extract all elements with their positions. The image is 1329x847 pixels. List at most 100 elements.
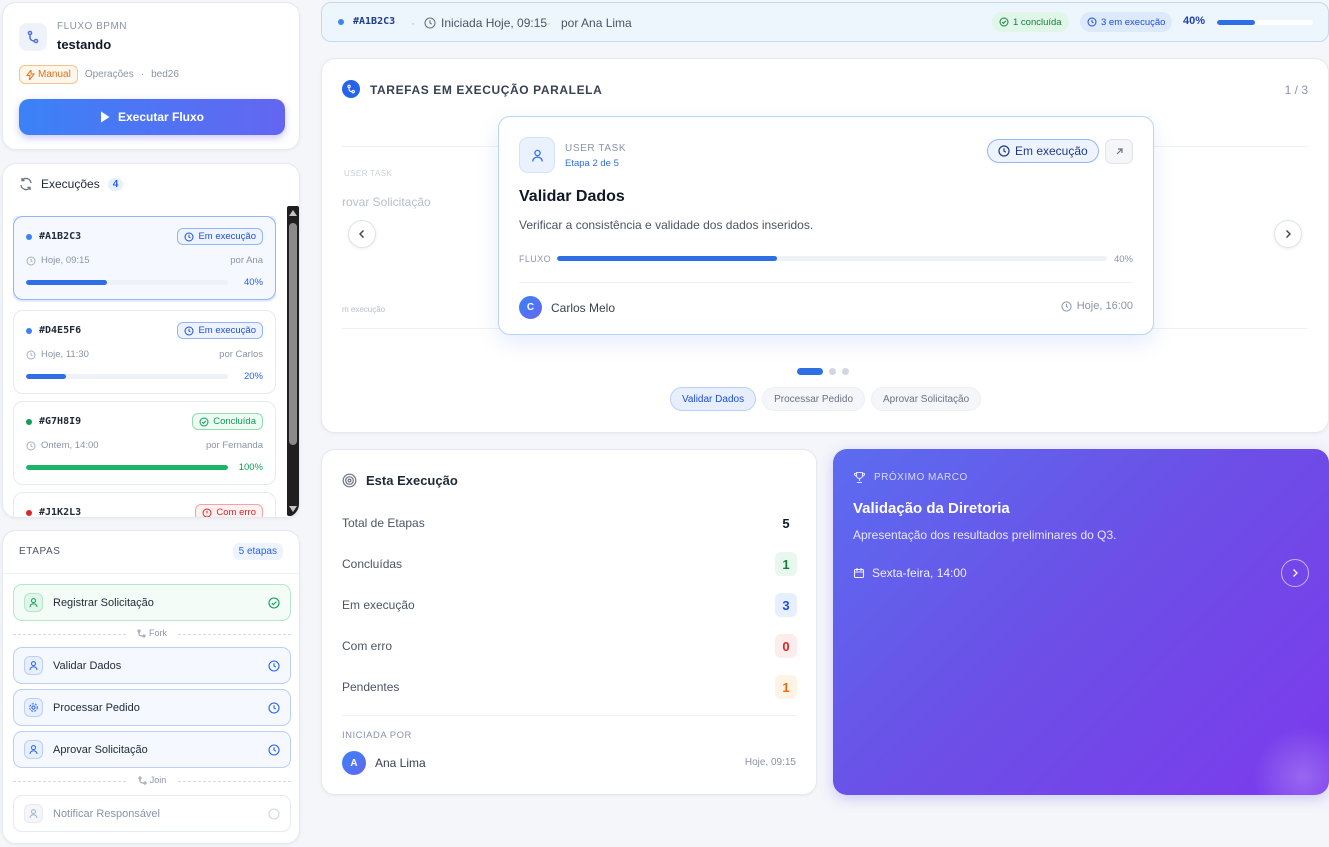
flow-name: testando: [57, 37, 112, 52]
clock-icon: [184, 232, 194, 242]
flow-code: bed26: [151, 69, 179, 80]
stat-label: Com erro: [342, 639, 393, 653]
scroll-up-arrow[interactable]: [289, 210, 297, 216]
clock-icon: [268, 659, 280, 672]
user-icon: [24, 593, 43, 612]
clock-icon: [424, 17, 436, 29]
task-kicker: USER TASK: [565, 143, 627, 154]
carousel-prev-button[interactable]: [348, 220, 376, 248]
execution-id: #D4E5F6: [39, 325, 82, 336]
status-dot: [26, 233, 32, 240]
stat-label: Total de Etapas: [342, 516, 425, 530]
running-badge: 3 em execução: [1080, 12, 1173, 32]
execution-item[interactable]: #A1B2C3 Em execução Hoje, 09:15 por Ana …: [13, 216, 276, 300]
execution-time: Ontem, 14:00: [41, 440, 99, 451]
external-link-icon: [1114, 146, 1125, 157]
stat-label: Em execução: [342, 598, 415, 612]
executions-header: Execuções 4: [19, 177, 124, 191]
step-item[interactable]: Notificar Responsável: [13, 795, 291, 832]
execution-author: por Fernanda: [205, 440, 263, 451]
flow-branch-icon: [19, 23, 47, 51]
stat-row-running: Em execução 3: [342, 593, 797, 617]
chevron-right-icon: [1290, 568, 1300, 578]
ghost-kicker: USER TASK: [344, 169, 393, 178]
status-dot: [26, 418, 32, 425]
carousel-dot[interactable]: [842, 368, 849, 375]
execution-time: Hoje, 09:15: [41, 255, 90, 266]
step-item[interactable]: Registrar Solicitação: [13, 584, 291, 621]
run-flow-button[interactable]: Executar Fluxo: [19, 99, 285, 135]
separator: ·: [547, 16, 551, 30]
execution-status-bar: #A1B2C3 · Iniciada Hoje, 09:15 · por Ana…: [321, 2, 1329, 42]
steps-title: ETAPAS: [19, 546, 61, 557]
stat-value: 1: [775, 552, 797, 576]
progress-bar: [26, 374, 228, 379]
user-icon: [24, 740, 43, 759]
step-item[interactable]: Processar Pedido: [13, 689, 291, 726]
started-by: por Ana Lima: [561, 16, 632, 30]
task-chip[interactable]: Processar Pedido: [762, 387, 866, 411]
execution-time: Hoje, 11:30: [41, 349, 89, 360]
milestone-open-button[interactable]: [1281, 559, 1309, 587]
progress-percent: 20%: [243, 371, 263, 382]
user-icon: [24, 656, 43, 675]
clock-icon: [26, 256, 36, 266]
started-at: Iniciada Hoje, 09:15: [441, 16, 548, 30]
stat-label: Pendentes: [342, 680, 400, 694]
carousel-dot[interactable]: [829, 368, 836, 375]
task-chip[interactable]: Validar Dados: [670, 387, 757, 411]
step-label: Aprovar Solicitação: [53, 743, 148, 756]
status-dot: [26, 327, 32, 334]
execution-item[interactable]: #J1K2L3 Com erro: [13, 492, 276, 517]
stat-row-error: Com erro 0: [342, 634, 797, 658]
milestone-date: Sexta-feira, 14:00: [872, 566, 967, 580]
step-item[interactable]: Aprovar Solicitação: [13, 731, 291, 768]
scroll-thumb[interactable]: [289, 223, 297, 445]
executions-list: #A1B2C3 Em execução Hoje, 09:15 por Ana …: [13, 216, 276, 517]
calendar-icon: [853, 567, 865, 579]
carousel-dot[interactable]: [797, 368, 823, 375]
refresh-icon[interactable]: [19, 177, 33, 191]
status-dot: [26, 509, 32, 516]
status-badge: Concluída: [192, 413, 263, 430]
user-task-icon: [519, 137, 555, 173]
task-stage: Etapa 2 de 5: [565, 158, 619, 169]
ghost-status: m execução: [342, 305, 386, 314]
assignee-avatar: C: [519, 296, 542, 319]
join-label: Join: [127, 775, 177, 785]
chevron-left-icon: [357, 229, 367, 239]
fork-label: Fork: [127, 628, 177, 638]
clock-icon: [184, 326, 194, 336]
carousel-dots: [797, 368, 849, 375]
progress-percent: 40%: [243, 277, 263, 288]
flow-category: Operações: [84, 69, 134, 80]
open-task-button[interactable]: [1105, 139, 1133, 164]
progress-percent: 100%: [238, 462, 263, 473]
task-chips: Validar Dados Processar Pedido Aprovar S…: [670, 387, 982, 411]
step-item[interactable]: Validar Dados: [13, 647, 291, 684]
task-due: Hoje, 16:00: [1076, 300, 1133, 312]
scroll-down-arrow[interactable]: [289, 506, 297, 512]
parallel-tasks-title: TAREFAS EM EXECUÇÃO PARALELA: [370, 83, 603, 97]
stat-value: 1: [775, 675, 797, 699]
clock-icon: [26, 441, 36, 451]
check-circle-icon: [999, 17, 1009, 27]
clock-icon: [268, 701, 280, 714]
execution-item[interactable]: #G7H8I9 Concluída Ontem, 14:00 por Ferna…: [13, 401, 276, 485]
carousel-next-button[interactable]: [1274, 220, 1302, 248]
fork-icon: [137, 628, 146, 638]
status-badge: Em execução: [177, 322, 263, 339]
executions-scrollbar[interactable]: [287, 206, 299, 516]
progress-bar: [26, 280, 228, 285]
pending-circle-icon: [268, 807, 280, 820]
check-circle-icon: [268, 596, 280, 609]
next-milestone-card[interactable]: PRÓXIMO MARCO Validação da Diretoria Apr…: [833, 449, 1329, 795]
task-chip[interactable]: Aprovar Solicitação: [871, 387, 982, 411]
execution-item[interactable]: #D4E5F6 Em execução Hoje, 11:30 por Carl…: [13, 310, 276, 394]
chevron-right-icon: [1283, 229, 1293, 239]
current-task-card[interactable]: USER TASK Etapa 2 de 5 Em execução Valid…: [498, 116, 1154, 335]
carousel-pager: 1 / 3: [1284, 83, 1308, 97]
stat-row-done: Concluídas 1: [342, 552, 797, 576]
clock-icon: [998, 145, 1010, 157]
steps-card: ETAPAS 5 etapas Registrar Solicitação Fo…: [2, 530, 300, 844]
